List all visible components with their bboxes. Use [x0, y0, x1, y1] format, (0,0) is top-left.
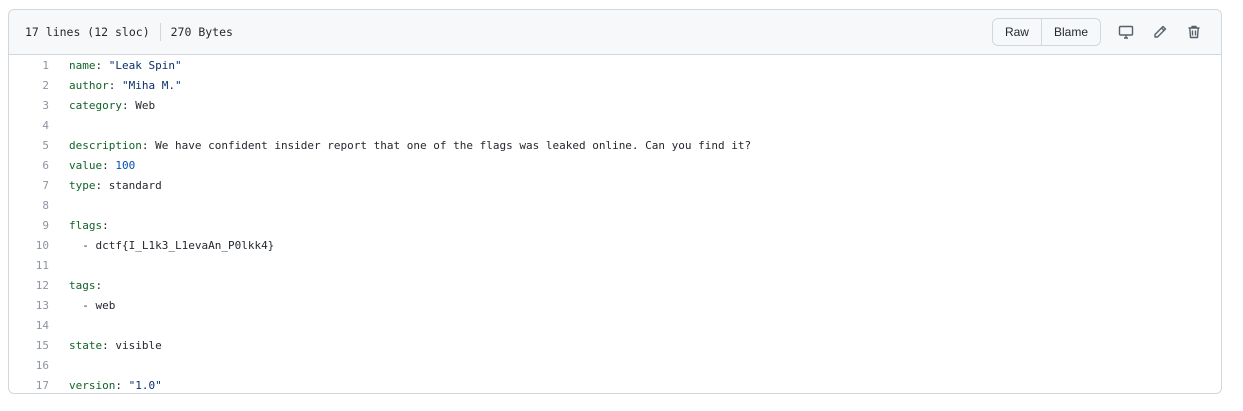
yaml-value: "1.0" [128, 378, 162, 392]
file-header: 17 lines (12 sloc) 270 Bytes Raw Blame [9, 10, 1221, 55]
code-line: 16 [9, 355, 1221, 375]
line-number[interactable]: 8 [9, 199, 49, 212]
pencil-icon[interactable] [1143, 18, 1177, 46]
yaml-separator: : [95, 58, 109, 72]
code-line: 9 flags: [9, 215, 1221, 235]
raw-button[interactable]: Raw [992, 19, 1041, 45]
code-line: 3 category: Web [9, 95, 1221, 115]
file-viewer: 17 lines (12 sloc) 270 Bytes Raw Blame 1… [8, 9, 1222, 394]
yaml-value: dctf{I_L1k3_L1evaAn_P0lkk4} [95, 238, 275, 252]
line-content: value: 100 [49, 159, 135, 172]
yaml-value: We have confident insider report that on… [155, 138, 752, 152]
yaml-value: visible [115, 338, 162, 352]
yaml-key: category [69, 98, 122, 112]
line-number[interactable]: 16 [9, 359, 49, 372]
yaml-key: state [69, 338, 103, 352]
lines-count: 17 lines (12 sloc) [25, 25, 150, 39]
line-number[interactable]: 5 [9, 139, 49, 152]
yaml-separator: : [95, 178, 109, 192]
line-number[interactable]: 13 [9, 299, 49, 312]
yaml-key: tags [69, 278, 96, 292]
trash-icon[interactable] [1177, 18, 1211, 46]
code-view: 1 name: "Leak Spin" 2 author: "Miha M." 3 cat… [9, 55, 1221, 393]
code-line: 14 [9, 315, 1221, 335]
desktop-icon[interactable] [1109, 18, 1143, 46]
line-content: category: Web [49, 99, 155, 112]
code-line: 12 tags: [9, 275, 1221, 295]
yaml-separator: : [115, 378, 129, 392]
line-number[interactable]: 4 [9, 119, 49, 132]
code-line: 7 type: standard [9, 175, 1221, 195]
code-line: 6 value: 100 [9, 155, 1221, 175]
code-line: 15 state: visible [9, 335, 1221, 355]
yaml-key: flags [69, 218, 103, 232]
line-content: - web [49, 299, 115, 312]
line-content: tags: [49, 279, 102, 292]
yaml-separator: : [102, 338, 116, 352]
yaml-key: name [69, 58, 96, 72]
line-number[interactable]: 6 [9, 159, 49, 172]
line-number[interactable]: 7 [9, 179, 49, 192]
line-content: version: "1.0" [49, 379, 162, 392]
file-info: 17 lines (12 sloc) 270 Bytes [25, 10, 233, 54]
line-number[interactable]: 3 [9, 99, 49, 112]
code-line: 17 version: "1.0" [9, 375, 1221, 393]
line-content: author: "Miha M." [49, 79, 182, 92]
code-line: 13 - web [9, 295, 1221, 315]
yaml-key: author [69, 78, 109, 92]
line-content: - dctf{I_L1k3_L1evaAn_P0lkk4} [49, 239, 274, 252]
line-number[interactable]: 15 [9, 339, 49, 352]
line-number[interactable]: 14 [9, 319, 49, 332]
yaml-separator: : [102, 218, 109, 232]
line-number[interactable]: 17 [9, 379, 49, 392]
yaml-key: value [69, 158, 103, 172]
code-line: 4 [9, 115, 1221, 135]
yaml-separator: : [121, 98, 136, 112]
line-number[interactable]: 1 [9, 59, 49, 72]
line-number[interactable]: 2 [9, 79, 49, 92]
yaml-value: web [95, 298, 116, 312]
code-line: 8 [9, 195, 1221, 215]
yaml-separator: : [108, 78, 122, 92]
yaml-key: version [69, 378, 116, 392]
blame-button[interactable]: Blame [1040, 19, 1100, 45]
line-content: flags: [49, 219, 109, 232]
file-actions: Raw Blame [991, 18, 1211, 46]
line-indent: - [69, 298, 96, 312]
code-line: 5 description: We have confident insider … [9, 135, 1221, 155]
line-indent: - [69, 238, 96, 252]
yaml-value: standard [108, 178, 162, 192]
view-button-group: Raw Blame [991, 18, 1101, 46]
line-content: description: We have confident insider r… [49, 139, 751, 152]
yaml-separator: : [102, 158, 116, 172]
line-content: type: standard [49, 179, 162, 192]
yaml-separator: : [95, 278, 103, 292]
yaml-value: 100 [115, 158, 136, 172]
line-number[interactable]: 11 [9, 259, 49, 272]
yaml-key: description [69, 138, 142, 152]
line-content: name: "Leak Spin" [49, 59, 182, 72]
code-line: 11 [9, 255, 1221, 275]
code-line: 1 name: "Leak Spin" [9, 55, 1221, 75]
yaml-value: "Leak Spin" [108, 58, 182, 72]
file-size: 270 Bytes [170, 25, 233, 39]
yaml-key: type [69, 178, 96, 192]
yaml-value: "Miha M." [122, 78, 182, 92]
yaml-separator: : [141, 138, 156, 152]
code-line: 2 author: "Miha M." [9, 75, 1221, 95]
yaml-value: Web [135, 98, 156, 112]
code-line: 10 - dctf{I_L1k3_L1evaAn_P0lkk4} [9, 235, 1221, 255]
line-number[interactable]: 9 [9, 219, 49, 232]
line-content: state: visible [49, 339, 162, 352]
line-number[interactable]: 12 [9, 279, 49, 292]
divider [159, 23, 161, 41]
line-number[interactable]: 10 [9, 239, 49, 252]
